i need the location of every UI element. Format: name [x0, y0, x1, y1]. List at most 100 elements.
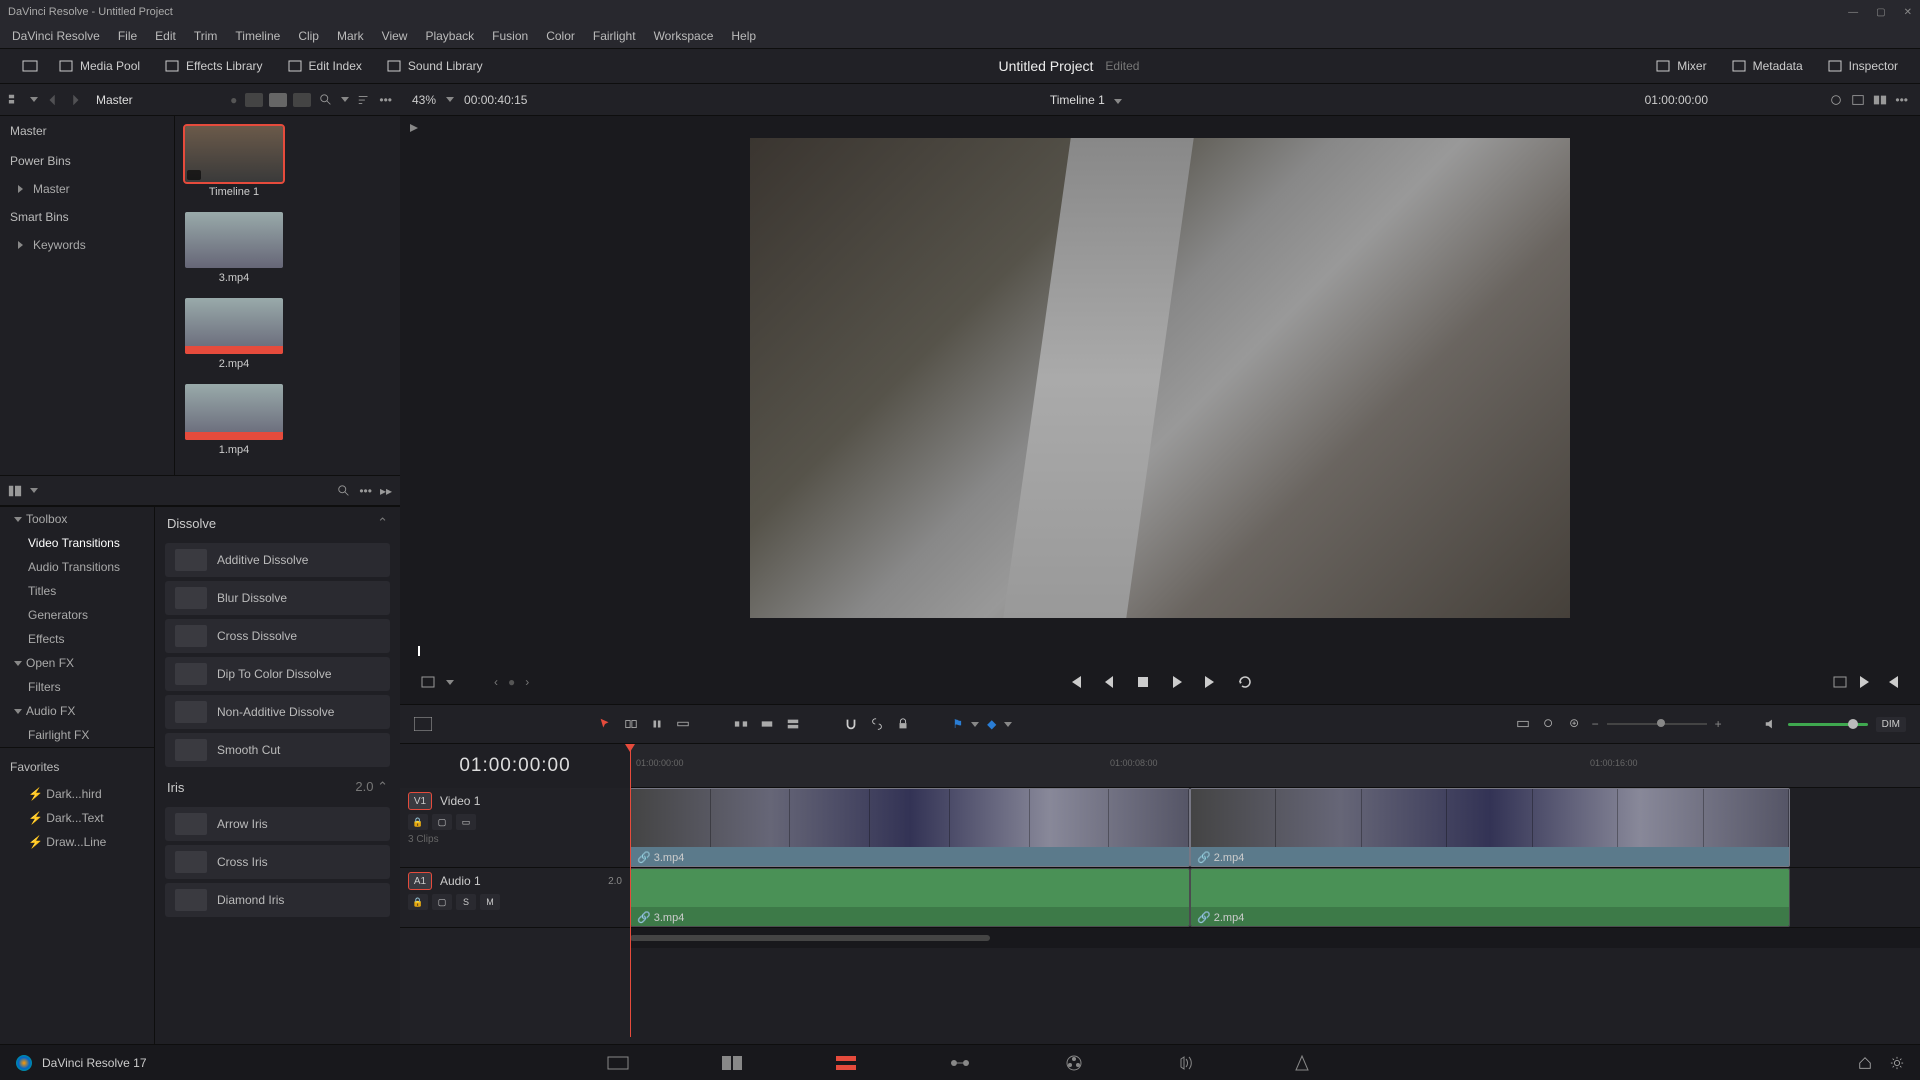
chevron-down-icon[interactable] [446, 97, 454, 102]
favorite-item[interactable]: ⚡ Dark...Text [0, 806, 154, 830]
fx-tree-item[interactable]: Titles [0, 579, 154, 603]
menu-help[interactable]: Help [723, 27, 764, 45]
fx-tree-item[interactable]: Generators [0, 603, 154, 627]
fx-tree-item[interactable]: Video Transitions [0, 531, 154, 555]
expand-icon[interactable]: ▸▸ [380, 484, 392, 498]
timeline-name[interactable]: Timeline 1 [1050, 93, 1105, 107]
color-page-icon[interactable] [1062, 1053, 1086, 1073]
video-track-header[interactable]: V1 Video 1 🔒 ▢ ▭ 3 Clips [400, 788, 630, 868]
loop-icon[interactable] [1237, 674, 1253, 690]
edit-index-button[interactable]: Edit Index [277, 54, 372, 78]
volume-slider[interactable] [1788, 723, 1868, 726]
zoom-full-icon[interactable] [1540, 717, 1558, 731]
bypass-icon[interactable] [1829, 93, 1843, 107]
audio-track-header[interactable]: A1 Audio 1 2.0 🔒 ▢ S M [400, 868, 630, 928]
inspector-button[interactable]: Inspector [1817, 54, 1908, 78]
stop-icon[interactable] [1135, 674, 1151, 690]
insert-icon[interactable] [732, 717, 750, 731]
audio-clip[interactable]: 🔗 2.mp4 [1190, 868, 1790, 927]
go-end-icon[interactable] [1858, 674, 1874, 690]
fx-item[interactable]: Cross Iris [165, 845, 390, 879]
timeline-ruler[interactable]: 01:00:00:00 01:00:08:00 01:00:16:00 [630, 744, 1920, 788]
fx-tree-item[interactable]: Effects [0, 627, 154, 651]
menu-davinci-resolve[interactable]: DaVinci Resolve [4, 27, 108, 45]
fx-item[interactable]: Non-Additive Dissolve [165, 695, 390, 729]
fx-item[interactable]: Dip To Color Dissolve [165, 657, 390, 691]
fx-item[interactable]: Cross Dissolve [165, 619, 390, 653]
dynamic-trim-icon[interactable] [648, 717, 666, 731]
fairlight-page-icon[interactable] [1176, 1053, 1200, 1073]
fx-item[interactable]: Diamond Iris [165, 883, 390, 917]
step-back-icon[interactable] [1101, 674, 1117, 690]
edit-page-icon[interactable] [834, 1053, 858, 1073]
video-track[interactable]: 🔗 3.mp4🔗 2.mp4 [630, 788, 1920, 868]
bin-section-smart-bins[interactable]: Smart Bins [0, 202, 174, 232]
panel-layout-icon[interactable] [8, 484, 22, 498]
chevron-down-icon[interactable] [1114, 99, 1122, 104]
more-icon[interactable]: ••• [1895, 93, 1908, 107]
fx-tree-item[interactable]: Fairlight FX [0, 723, 154, 747]
nav-back-icon[interactable] [46, 93, 60, 107]
settings-gear-icon[interactable] [1890, 1056, 1904, 1070]
zoom-slider[interactable] [1607, 723, 1707, 725]
speaker-icon[interactable] [1762, 717, 1780, 731]
bin-item[interactable]: Keywords [0, 232, 174, 258]
media-clip[interactable]: 3.mp4 [185, 212, 283, 284]
fx-category-header[interactable]: Dissolve ⌃ [155, 507, 400, 539]
fx-tree-audio-fx[interactable]: Audio FX [0, 699, 154, 723]
bin-section-power-bins[interactable]: Power Bins [0, 146, 174, 176]
timeline-view-icon[interactable] [414, 717, 432, 731]
menu-playback[interactable]: Playback [417, 27, 482, 45]
mark-in-icon[interactable] [1832, 674, 1848, 690]
zoom-in-icon[interactable]: + [1715, 717, 1722, 731]
sound-library-button[interactable]: Sound Library [376, 54, 493, 78]
strip-view-icon[interactable] [293, 93, 311, 107]
bin-list-icon[interactable] [8, 93, 22, 107]
flag-icon[interactable]: ⚑ [952, 717, 963, 731]
maximize-icon[interactable]: ▢ [1876, 7, 1885, 18]
media-page-icon[interactable] [606, 1053, 630, 1073]
viewer-zoom[interactable]: 43% [412, 93, 436, 107]
favorite-item[interactable]: ⚡ Draw...Line [0, 830, 154, 854]
fx-item[interactable]: Blur Dissolve [165, 581, 390, 615]
metadata-button[interactable]: Metadata [1721, 54, 1813, 78]
chevron-down-icon[interactable] [30, 97, 38, 102]
playhead[interactable] [630, 744, 631, 1037]
snap-icon[interactable] [842, 717, 860, 731]
single-viewer-icon[interactable] [1851, 93, 1865, 107]
video-clip[interactable]: 🔗 2.mp4 [1190, 788, 1790, 867]
media-clip[interactable]: Timeline 1 [185, 126, 283, 198]
go-start-icon[interactable] [1884, 674, 1900, 690]
fx-tree-item[interactable]: Filters [0, 675, 154, 699]
menu-timeline[interactable]: Timeline [227, 27, 288, 45]
menu-view[interactable]: View [374, 27, 416, 45]
close-icon[interactable]: ✕ [1904, 7, 1912, 18]
media-pool-button[interactable]: Media Pool [48, 54, 150, 78]
menu-file[interactable]: File [110, 27, 145, 45]
track-enable-icon[interactable]: ▭ [456, 814, 476, 830]
thumb-view-icon[interactable] [269, 93, 287, 107]
match-frame-icon[interactable] [420, 674, 436, 690]
bin-section-master[interactable]: Master [0, 116, 174, 146]
home-icon[interactable] [1858, 1056, 1872, 1070]
chevron-down-icon[interactable] [30, 488, 38, 493]
media-clip[interactable]: 1.mp4 [185, 384, 283, 456]
play-icon[interactable] [1169, 674, 1185, 690]
video-clip[interactable]: 🔗 3.mp4 [630, 788, 1190, 867]
more-icon[interactable]: ••• [359, 484, 372, 498]
fx-tree-toolbox[interactable]: Toolbox [0, 507, 154, 531]
track-mute-icon[interactable]: M [480, 894, 500, 910]
chevron-down-icon[interactable] [971, 722, 979, 727]
viewer-scrubber[interactable] [416, 640, 1904, 660]
program-viewer[interactable] [400, 116, 1920, 640]
trim-tool-icon[interactable] [622, 717, 640, 731]
track-badge-a1[interactable]: A1 [408, 872, 432, 890]
track-solo-icon[interactable]: S [456, 894, 476, 910]
go-start-icon[interactable] [1067, 674, 1083, 690]
more-icon[interactable]: ••• [379, 93, 392, 107]
menu-clip[interactable]: Clip [290, 27, 327, 45]
search-icon[interactable] [337, 484, 351, 498]
menu-fusion[interactable]: Fusion [484, 27, 536, 45]
nav-forward-icon[interactable] [68, 93, 82, 107]
zoom-detail-icon[interactable] [1566, 717, 1584, 731]
